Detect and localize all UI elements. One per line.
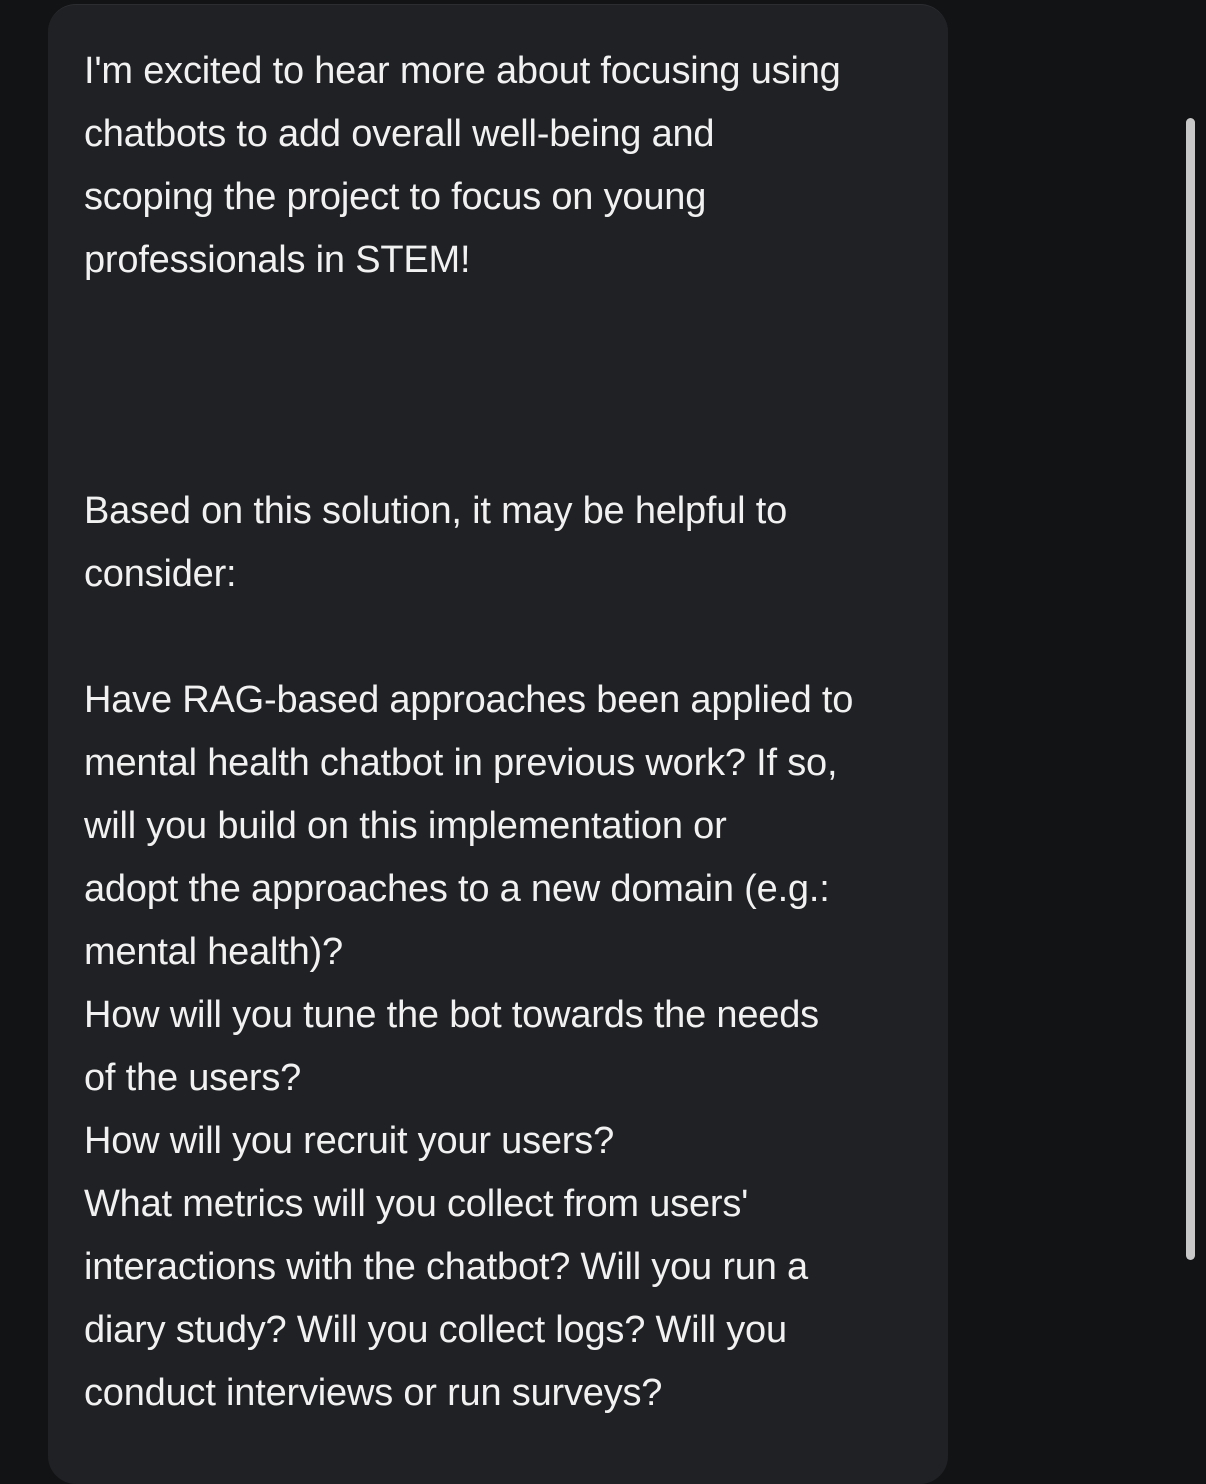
message-line: adopt the approaches to a new domain (e.…: [84, 868, 830, 910]
message-line: What metrics will you collect from users…: [84, 1183, 749, 1225]
message-line: How will you recruit your users?: [84, 1120, 614, 1162]
message-line: Have RAG-based approaches been applied t…: [84, 679, 854, 721]
message-line: chatbots to add overall well-being and: [84, 113, 715, 155]
message-line: consider:: [84, 553, 237, 595]
message-paragraph-consider: Based on this solution, it may be helpfu…: [84, 480, 924, 606]
message-line: mental health chatbot in previous work? …: [84, 742, 838, 784]
message-line: mental health)?: [84, 931, 343, 973]
message-line: How will you tune the bot towards the ne…: [84, 994, 819, 1036]
message-line: I'm excited to hear more about focusing …: [84, 50, 841, 92]
message-line: diary study? Will you collect logs? Will…: [84, 1309, 787, 1351]
message-card: I'm excited to hear more about focusing …: [48, 4, 948, 1484]
scrollbar-thumb[interactable]: [1186, 118, 1195, 1260]
message-line: will you build on this implementation or: [84, 805, 727, 847]
message-line: scoping the project to focus on young: [84, 176, 707, 218]
message-line: of the users?: [84, 1057, 302, 1099]
message-paragraph-questions: Have RAG-based approaches been applied t…: [84, 669, 934, 1425]
message-line: conduct interviews or run surveys?: [84, 1372, 663, 1414]
message-paragraph-intro: I'm excited to hear more about focusing …: [84, 40, 924, 292]
message-line: Based on this solution, it may be helpfu…: [84, 490, 788, 532]
message-line: interactions with the chatbot? Will you …: [84, 1246, 808, 1288]
message-line: professionals in STEM!: [84, 239, 471, 281]
